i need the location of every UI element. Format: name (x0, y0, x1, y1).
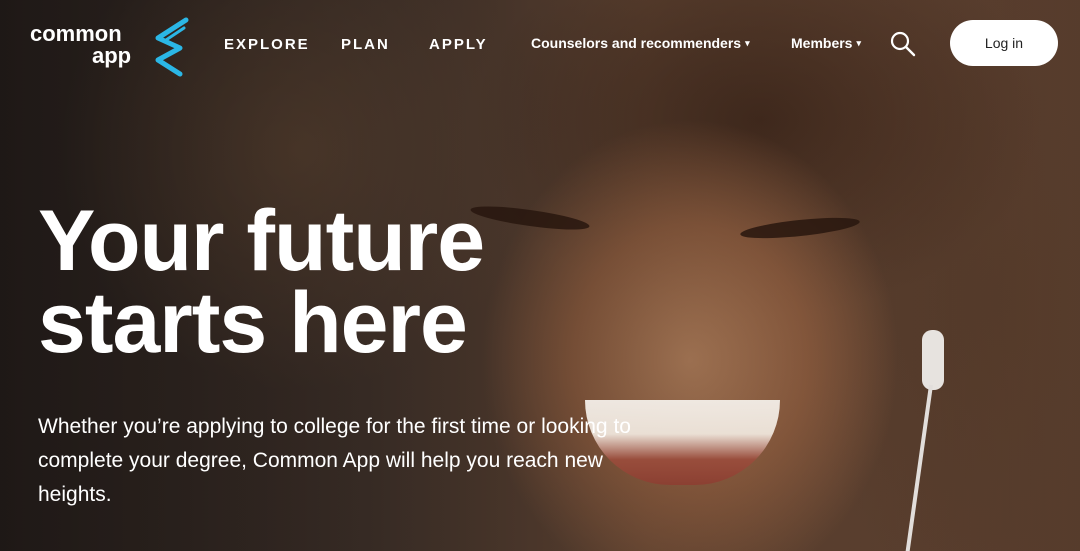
hero-title: Your future starts here (38, 198, 485, 366)
nav-apply[interactable]: APPLY (429, 36, 488, 53)
hero-title-line2: starts here (38, 275, 468, 371)
login-button[interactable]: Log in (950, 20, 1058, 66)
nav-plan[interactable]: PLAN (341, 36, 390, 53)
site-header: common app EXPLORE PLAN APPLY Counselors… (0, 0, 1080, 86)
nav-counselors-dropdown[interactable]: Counselors and recommenders ▾ (531, 35, 750, 51)
logo-word-app: app (92, 43, 132, 68)
chevron-down-icon: ▾ (856, 38, 861, 48)
common-app-logo[interactable]: common app (30, 16, 195, 77)
hero-image-detail (922, 330, 944, 390)
search-icon[interactable] (889, 30, 917, 58)
nav-members-dropdown[interactable]: Members ▾ (791, 35, 861, 51)
chevron-down-icon: ▾ (745, 38, 750, 48)
nav-explore[interactable]: EXPLORE (224, 36, 310, 53)
logo-mark-icon (155, 17, 189, 77)
hero-section: common app EXPLORE PLAN APPLY Counselors… (0, 0, 1080, 551)
nav-counselors-label: Counselors and recommenders (531, 35, 742, 51)
nav-members-label: Members (791, 35, 853, 51)
hero-subtitle: Whether you’re applying to college for t… (38, 415, 631, 506)
